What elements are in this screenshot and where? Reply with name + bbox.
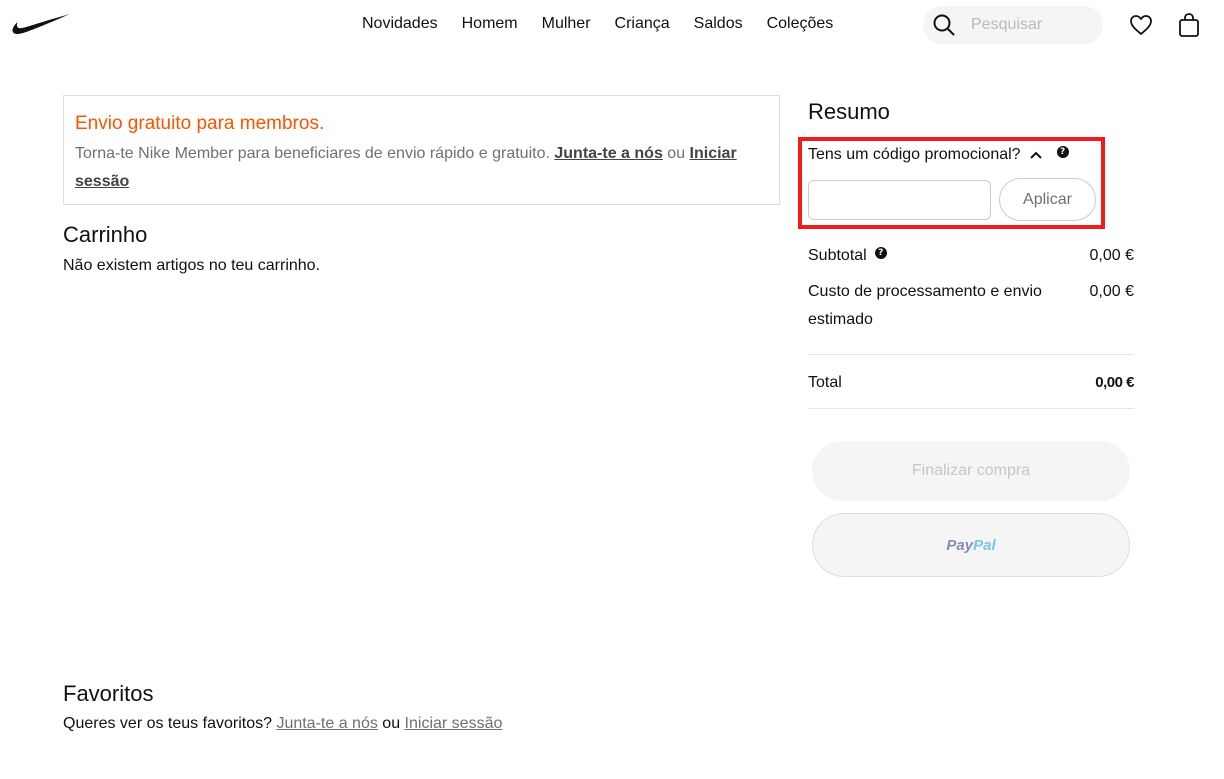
cart-title: Carrinho — [63, 222, 148, 247]
main-nav: Novidades Homem Mulher Criança Saldos Co… — [362, 14, 833, 34]
bag-icon[interactable] — [1177, 12, 1201, 38]
search-input[interactable] — [971, 6, 1091, 44]
banner-or: ou — [667, 145, 686, 162]
nav-homem[interactable]: Homem — [462, 14, 518, 34]
subtotal-value: 0,00 € — [1089, 247, 1134, 264]
nike-logo-icon[interactable] — [11, 13, 71, 35]
join-link[interactable]: Junta-te a nós — [554, 145, 662, 162]
checkout-button[interactable]: Finalizar compra — [812, 441, 1130, 501]
help-icon[interactable]: ? — [874, 247, 887, 259]
summary-title: Resumo — [808, 99, 890, 124]
nav-saldos[interactable]: Saldos — [694, 14, 743, 34]
favorites-or: ou — [382, 715, 401, 732]
site-header: Novidades Homem Mulher Criança Saldos Co… — [0, 0, 1224, 50]
shipping-value: 0,00 € — [1089, 283, 1134, 300]
total-label: Total — [808, 374, 842, 391]
chevron-up-icon[interactable] — [1029, 148, 1043, 162]
banner-title: Envio gratuito para membros. — [75, 113, 325, 134]
nav-mulher[interactable]: Mulher — [542, 14, 591, 34]
cart-empty-message: Não existem artigos no teu carrinho. — [63, 257, 321, 274]
banner-description: Torna-te Nike Member para beneficiares d… — [75, 145, 550, 162]
favorites-login-link[interactable]: Iniciar sessão — [405, 715, 503, 732]
apply-promo-button[interactable]: Aplicar — [999, 178, 1096, 221]
favorites-text: Queres ver os teus favoritos? Junta-te a… — [63, 714, 502, 734]
promo-code-input[interactable] — [808, 180, 991, 220]
search-icon[interactable] — [933, 14, 955, 36]
subtotal-label: Subtotal — [808, 247, 867, 264]
favorites-title: Favoritos — [63, 681, 154, 706]
total-value: 0,00 € — [1095, 374, 1134, 391]
banner-text: Torna-te Nike Member para beneficiares d… — [75, 140, 768, 196]
promo-code-label: Tens um código promocional? — [808, 146, 1021, 163]
paypal-logo-icon: PayPal — [946, 536, 996, 554]
heart-icon[interactable] — [1129, 13, 1153, 37]
nav-novidades[interactable]: Novidades — [362, 14, 438, 34]
summary-divider — [808, 408, 1134, 409]
promo-code-toggle[interactable]: Tens um código promocional? ? — [808, 145, 1069, 165]
help-icon[interactable]: ? — [1056, 146, 1069, 158]
member-shipping-banner: Envio gratuito para membros. Torna-te Ni… — [63, 95, 780, 205]
summary-divider — [808, 354, 1134, 355]
subtotal-row-label: Subtotal ? — [808, 242, 887, 270]
favorites-question: Queres ver os teus favoritos? — [63, 715, 272, 732]
favorites-join-link[interactable]: Junta-te a nós — [276, 715, 377, 732]
paypal-button[interactable]: PayPal — [812, 513, 1130, 577]
shipping-label: Custo de processamento e envio estimado — [808, 283, 1042, 328]
nav-crianca[interactable]: Criança — [615, 14, 670, 34]
search-bar[interactable] — [923, 6, 1103, 44]
nav-colecoes[interactable]: Coleções — [767, 14, 834, 34]
